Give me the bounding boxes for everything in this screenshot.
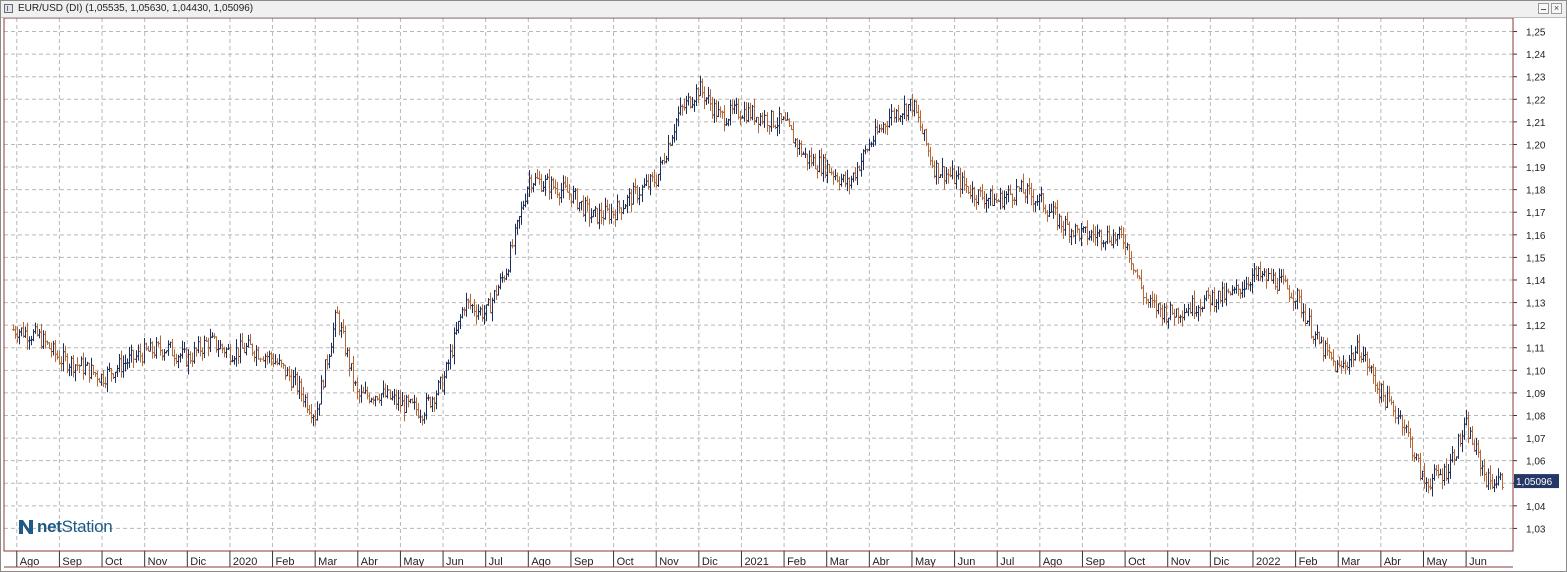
y-axis-tick-label: 1,22 bbox=[1526, 95, 1546, 106]
close-icon[interactable]: × bbox=[1551, 3, 1562, 14]
x-axis-tick-label: Nov bbox=[659, 556, 679, 568]
y-axis-tick-label: 1,10 bbox=[1526, 366, 1546, 377]
y-axis-tick-label: 1,17 bbox=[1526, 208, 1546, 219]
restore-icon[interactable] bbox=[1538, 3, 1549, 14]
x-axis-tick-label: Mar bbox=[830, 556, 849, 568]
x-axis-tick-label: Sep bbox=[62, 556, 82, 568]
x-axis-tick-label: May bbox=[915, 556, 936, 568]
y-axis-tick-label: 1,08 bbox=[1526, 411, 1546, 422]
x-axis-tick-label: 2020 bbox=[233, 556, 257, 568]
window-title: EUR/USD (DI) (1,05535, 1,05630, 1,04430,… bbox=[18, 3, 254, 14]
x-axis-tick-label: Mar bbox=[1341, 556, 1360, 568]
x-axis-tick-label: Mar bbox=[318, 556, 337, 568]
y-axis-tick-label: 1,14 bbox=[1526, 276, 1546, 287]
x-axis-tick-label: Oct bbox=[105, 556, 122, 568]
x-axis-tick-label: Feb bbox=[276, 556, 295, 568]
logo-suffix: Station bbox=[61, 517, 113, 536]
y-axis-tick-label: 1,03 bbox=[1526, 524, 1546, 535]
y-axis-tick-label: 1,15 bbox=[1526, 253, 1546, 264]
x-axis-tick-label: Jun bbox=[958, 556, 976, 568]
y-axis-tick-label: 1,19 bbox=[1526, 163, 1546, 174]
x-axis-tick-label: Sep bbox=[1085, 556, 1105, 568]
y-axis-tick-label: 1,04 bbox=[1526, 502, 1546, 513]
x-axis-tick-label: Abr bbox=[361, 556, 378, 568]
y-axis-tick-label: 1,13 bbox=[1526, 299, 1546, 310]
x-axis-tick-label: 2021 bbox=[744, 556, 768, 568]
netstation-logo-text: netStation bbox=[37, 517, 113, 537]
window-icon bbox=[4, 4, 13, 13]
x-axis-tick-label: Jun bbox=[446, 556, 464, 568]
y-axis-tick-label: 1,06 bbox=[1526, 457, 1546, 468]
x-axis-tick-label: Jul bbox=[489, 556, 503, 568]
y-axis-tick-label: 1,18 bbox=[1526, 186, 1546, 197]
x-axis-tick-label: Feb bbox=[787, 556, 806, 568]
x-axis-tick-label: Ago bbox=[20, 556, 40, 568]
window-title-bar[interactable]: EUR/USD (DI) (1,05535, 1,05630, 1,04430,… bbox=[1, 1, 1566, 18]
price-chart[interactable]: 1,031,041,051,061,071,081,091,101,111,12… bbox=[1, 18, 1566, 570]
x-axis-tick-label: Dic bbox=[702, 556, 718, 568]
x-axis-tick-label: Nov bbox=[148, 556, 168, 568]
y-axis-tick-label: 1,23 bbox=[1526, 73, 1546, 84]
last-price-label: 1,05096 bbox=[1516, 477, 1553, 488]
y-axis-tick-label: 1,16 bbox=[1526, 231, 1546, 242]
x-axis-tick-label: Abr bbox=[1384, 556, 1401, 568]
x-axis-tick-label: Abr bbox=[872, 556, 889, 568]
y-axis-tick-label: 1,24 bbox=[1526, 50, 1546, 61]
x-axis-tick-label: Ago bbox=[531, 556, 551, 568]
x-axis-tick-label: Oct bbox=[617, 556, 634, 568]
y-axis-tick-label: 1,12 bbox=[1526, 321, 1546, 332]
y-axis-tick-label: 1,09 bbox=[1526, 389, 1546, 400]
x-axis-tick-label: Jun bbox=[1469, 556, 1487, 568]
y-axis-tick-label: 1,25 bbox=[1526, 28, 1546, 39]
x-axis-tick-label: Nov bbox=[1171, 556, 1191, 568]
y-axis-tick-label: 1,07 bbox=[1526, 434, 1546, 445]
chart-window: EUR/USD (DI) (1,05535, 1,05630, 1,04430,… bbox=[0, 0, 1567, 572]
x-axis-tick-label: Jul bbox=[1000, 556, 1014, 568]
x-axis-tick-label: Dic bbox=[190, 556, 206, 568]
netstation-logo-icon bbox=[19, 520, 33, 534]
x-axis-tick-label: Feb bbox=[1299, 556, 1318, 568]
y-axis-tick-label: 1,11 bbox=[1526, 344, 1545, 355]
x-axis-tick-label: May bbox=[1426, 556, 1447, 568]
x-axis-tick-label: Sep bbox=[574, 556, 594, 568]
y-axis-tick-label: 1,20 bbox=[1526, 140, 1546, 151]
x-axis-tick-label: Dic bbox=[1213, 556, 1229, 568]
y-axis-tick-label: 1,21 bbox=[1526, 118, 1546, 129]
x-axis-tick-label: Oct bbox=[1128, 556, 1145, 568]
x-axis-tick-label: 2022 bbox=[1256, 556, 1280, 568]
x-axis-tick-label: May bbox=[403, 556, 424, 568]
logo-prefix: net bbox=[37, 517, 62, 536]
x-axis-tick-label: Ago bbox=[1043, 556, 1063, 568]
